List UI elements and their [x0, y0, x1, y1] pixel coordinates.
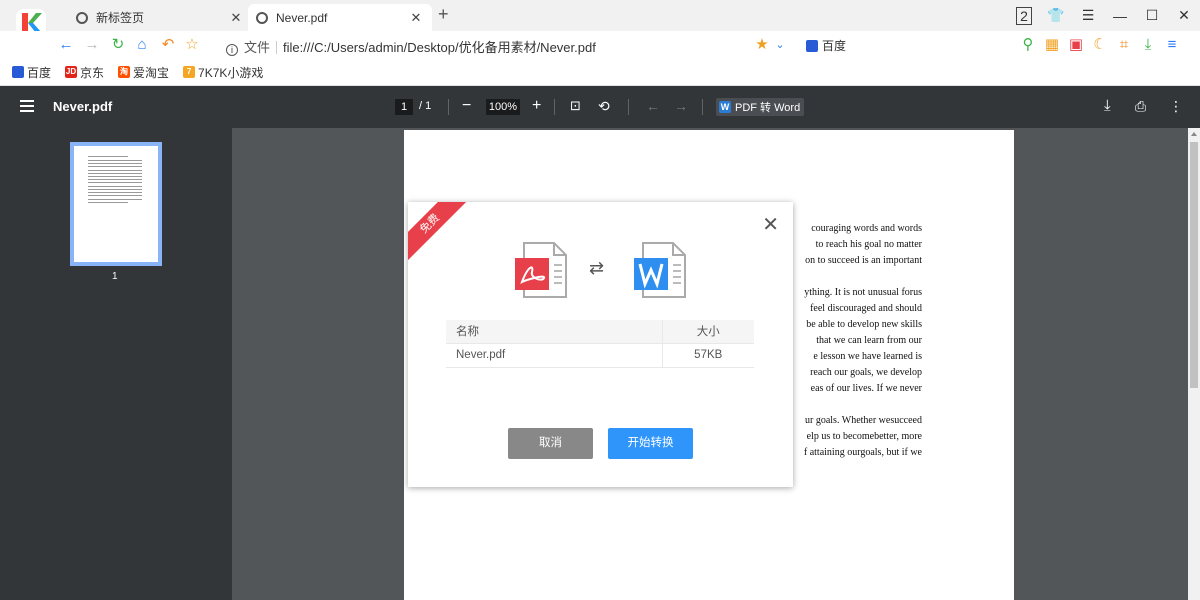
- hamburger-menu-icon[interactable]: [20, 100, 34, 112]
- bookmark-star-icon[interactable]: ★: [752, 35, 772, 55]
- url-field[interactable]: i 文件 file:///C:/Users/admin/Desktop/优化备用素材…: [226, 37, 596, 56]
- search-icon[interactable]: ⚲: [1016, 35, 1040, 55]
- globe-icon: [256, 11, 268, 24]
- tab-title: Never.pdf: [276, 10, 328, 25]
- word-icon: W: [719, 101, 731, 113]
- bookmark-taobao[interactable]: 淘 爱淘宝: [118, 64, 169, 81]
- zoom-in-icon[interactable]: +: [532, 97, 541, 115]
- page-thumbnail[interactable]: [70, 142, 162, 266]
- word-file-icon: [634, 242, 686, 298]
- tab-new-tab[interactable]: 新标签页 ✕: [72, 4, 248, 31]
- close-dialog-icon[interactable]: ✕: [762, 212, 779, 237]
- menu-icon[interactable]: ☰: [1072, 7, 1104, 24]
- favorite-star-icon[interactable]: ☆: [182, 35, 202, 55]
- chevron-down-icon[interactable]: ⌄: [770, 35, 790, 55]
- toolbar-extensions: ⚲ ▦ ▣ ☾ ⌗ ⤓ ≡: [1016, 35, 1184, 55]
- home-icon[interactable]: ⌂: [132, 35, 152, 55]
- free-ribbon: 免费: [408, 202, 472, 266]
- tab-title: 新标签页: [96, 11, 145, 25]
- scheme-label: 文件: [244, 40, 271, 55]
- search-engine-label: 百度: [822, 39, 847, 53]
- bookmark-label: 京东: [80, 65, 105, 80]
- refresh-icon[interactable]: ↻: [108, 35, 128, 55]
- previous-page-icon[interactable]: ←: [646, 97, 660, 115]
- table-row[interactable]: Never.pdf 57KB: [446, 343, 754, 368]
- convert-label: PDF 转 Word: [735, 102, 801, 114]
- tab-never-pdf[interactable]: Never.pdf ✕: [248, 4, 432, 31]
- pdf-to-word-button[interactable]: W PDF 转 Word: [716, 98, 805, 116]
- skin-icon[interactable]: 👕: [1040, 7, 1072, 24]
- search-engine-selector[interactable]: 百度: [806, 37, 846, 54]
- table-header-row: 名称 大小: [446, 320, 754, 344]
- thumbnail-sidebar: 1: [0, 128, 232, 600]
- bookmark-label: 爱淘宝: [133, 65, 170, 80]
- page-number-input[interactable]: 1: [395, 99, 413, 115]
- cancel-button[interactable]: 取消: [508, 428, 593, 459]
- bookmark-jd[interactable]: JD 京东: [65, 64, 104, 81]
- title-bar: 登录 新标签页 ✕ Never.pdf ✕ + 2 👕 ☰ — ☐ ✕: [0, 0, 1200, 52]
- bookmark-7k7k[interactable]: 7 7K7K小游戏: [183, 64, 263, 81]
- next-page-icon[interactable]: →: [674, 97, 688, 115]
- pdf-tool-icon[interactable]: ▣: [1064, 35, 1088, 55]
- globe-icon: [76, 11, 88, 24]
- bookmark-label: 7K7K小游戏: [198, 65, 264, 80]
- print-icon[interactable]: ⎙: [1135, 97, 1146, 115]
- scroll-up-arrow-icon[interactable]: [1191, 132, 1197, 136]
- apps-grid-icon[interactable]: ▦: [1040, 35, 1064, 55]
- jd-icon: JD: [65, 66, 78, 78]
- scrollbar-thumb[interactable]: [1190, 142, 1198, 388]
- more-options-icon[interactable]: ⋮: [1169, 97, 1183, 115]
- pdf-toolbar: Never.pdf 1 / 1 − 100% + ⊡ ⟲ ← → W PDF 转 …: [0, 86, 1200, 128]
- bookmarks-bar: 百度 JD 京东 淘 爱淘宝 7 7K7K小游戏: [0, 59, 1200, 86]
- bookmark-label: 百度: [27, 65, 52, 80]
- pdf-file-icon: [515, 242, 567, 298]
- crop-icon[interactable]: ⌗: [1112, 35, 1136, 55]
- close-window-icon[interactable]: ✕: [1168, 7, 1200, 24]
- back-icon[interactable]: ←: [56, 35, 76, 55]
- file-name-cell: Never.pdf: [446, 343, 663, 368]
- url-text: file:///C:/Users/admin/Desktop/优化备用素材/Ne…: [283, 40, 596, 55]
- baidu-paw-icon: [806, 40, 818, 52]
- zoom-input[interactable]: 100%: [486, 99, 520, 115]
- column-header-name: 名称: [446, 320, 663, 344]
- page-total: / 1: [419, 100, 432, 112]
- start-conversion-button[interactable]: 开始转换: [608, 428, 693, 459]
- address-bar: ← → ↻ ⌂ ↶ ☆ i 文件 file:///C:/Users/admin/De…: [0, 31, 1200, 59]
- fit-page-icon[interactable]: ⊡: [570, 97, 581, 115]
- baidu-paw-icon: [12, 66, 24, 78]
- bookmark-baidu[interactable]: 百度: [12, 64, 51, 81]
- file-table: 名称 大小 Never.pdf 57KB: [446, 320, 754, 368]
- pdf-file-name: Never.pdf: [53, 99, 113, 114]
- info-icon: i: [226, 44, 238, 56]
- forward-icon[interactable]: →: [82, 35, 102, 55]
- new-tab-button[interactable]: +: [438, 4, 449, 25]
- thumbnail-page-number: 1: [112, 271, 118, 282]
- download-icon[interactable]: ⤓: [1104, 97, 1111, 115]
- more-menu-icon[interactable]: ≡: [1160, 35, 1184, 55]
- close-tab-icon[interactable]: ✕: [228, 10, 244, 26]
- window-controls: 2 👕 ☰ — ☐ ✕: [1008, 0, 1200, 31]
- column-header-size: 大小: [662, 320, 754, 344]
- file-size-cell: 57KB: [662, 343, 754, 368]
- viewer-scrollbar[interactable]: [1188, 128, 1200, 600]
- 7k7k-icon: 7: [183, 66, 196, 78]
- close-tab-icon[interactable]: ✕: [408, 10, 424, 26]
- undo-close-icon[interactable]: ↶: [158, 35, 178, 55]
- pdf-to-word-dialog: 免费 ✕ ⇄ 名称 大小 Never.pdf 57KB 取消 开始转换: [408, 202, 793, 487]
- zoom-out-icon[interactable]: −: [462, 97, 471, 115]
- download-icon[interactable]: ⤓: [1136, 35, 1160, 55]
- convert-arrows-icon: ⇄: [589, 258, 605, 278]
- night-mode-icon[interactable]: ☾: [1088, 35, 1112, 55]
- maximize-icon[interactable]: ☐: [1136, 7, 1168, 24]
- tab-count-icon[interactable]: 2: [1008, 6, 1040, 25]
- rotate-icon[interactable]: ⟲: [598, 97, 610, 115]
- taobao-icon: 淘: [118, 66, 131, 78]
- minimize-icon[interactable]: —: [1104, 8, 1136, 24]
